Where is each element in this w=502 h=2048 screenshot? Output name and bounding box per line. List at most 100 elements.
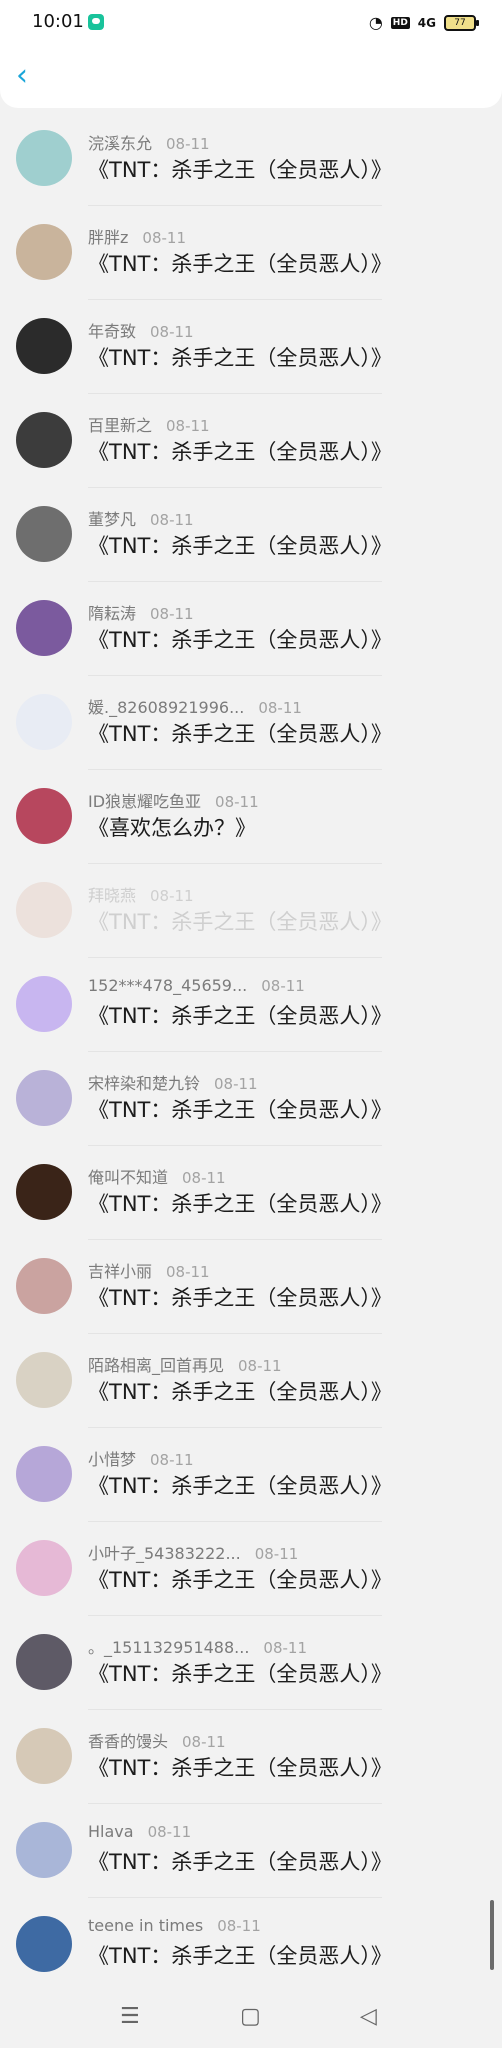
item-title: 《TNT：杀手之王（全员恶人）》 [88, 1286, 392, 1310]
date-label: 08-11 [214, 1075, 258, 1093]
user-name-text: 香香的馒头 [88, 1732, 169, 1751]
list-item[interactable]: Hlava 08-11 《TNT：杀手之王（全员恶人）》 [0, 1804, 502, 1898]
avatar[interactable] [16, 318, 72, 374]
date-label: 08-11 [166, 417, 210, 435]
user-name: 宋梓染和楚九铃 08-11 [88, 1070, 258, 1094]
wifi-icon: ◔ [368, 13, 383, 32]
list-item[interactable]: 陌路相离_回首再见 08-11 《TNT：杀手之王（全员恶人）》 [0, 1334, 502, 1428]
item-title: 《TNT：杀手之王（全员恶人）》 [88, 1380, 392, 1404]
avatar[interactable] [16, 788, 72, 844]
list-item[interactable]: 隋耘涛 08-11 《TNT：杀手之王（全员恶人）》 [0, 582, 502, 676]
date-label: 08-11 [182, 1169, 226, 1187]
avatar[interactable] [16, 1540, 72, 1596]
menu-icon[interactable]: ☰ [120, 2004, 140, 2029]
avatar[interactable] [16, 412, 72, 468]
battery-icon: 77 [444, 14, 479, 31]
list-item[interactable]: 宋梓染和楚九铃 08-11 《TNT：杀手之王（全员恶人）》 [0, 1052, 502, 1146]
status-bar: 10:01 ◔ HD 4G 77 [0, 0, 502, 44]
avatar[interactable] [16, 1822, 72, 1878]
user-name-text: 媛._82608921996... [88, 698, 245, 717]
avatar[interactable] [16, 1916, 72, 1972]
user-name: 年奇致 08-11 [88, 318, 194, 342]
avatar[interactable] [16, 600, 72, 656]
avatar[interactable] [16, 1352, 72, 1408]
signal-icon: 4G [417, 15, 436, 30]
avatar[interactable] [16, 1446, 72, 1502]
item-title: 《TNT：杀手之王（全员恶人）》 [88, 1098, 392, 1122]
user-name-text: 陌路相离_回首再见 [88, 1356, 225, 1375]
user-name-text: Hlava [88, 1822, 134, 1841]
item-title: 《TNT：杀手之王（全员恶人）》 [88, 628, 392, 652]
list-item[interactable]: 年奇致 08-11 《TNT：杀手之王（全员恶人）》 [0, 300, 502, 394]
user-name-text: 小惜梦 [88, 1450, 137, 1469]
avatar[interactable] [16, 1634, 72, 1690]
user-name-text: 隋耘涛 [88, 604, 137, 623]
avatar[interactable] [16, 1728, 72, 1784]
list-item[interactable]: 吉祥小丽 08-11 《TNT：杀手之王（全员恶人）》 [0, 1240, 502, 1334]
date-label: 08-11 [254, 1545, 299, 1563]
avatar[interactable] [16, 694, 72, 750]
date-label: 08-11 [150, 511, 194, 529]
user-name-text: 152***478_45659... [88, 976, 248, 995]
list-item[interactable]: 小惜梦 08-11 《TNT：杀手之王（全员恶人）》 [0, 1428, 502, 1522]
square-home-icon[interactable]: ▢ [240, 2004, 261, 2029]
date-label: 08-11 [166, 135, 210, 153]
user-name: teene in times 08-11 [88, 1916, 261, 1935]
status-time: 10:01 [32, 11, 84, 32]
user-name: 陌路相离_回首再见 08-11 [88, 1352, 282, 1376]
list-item[interactable]: 浣溪东允 08-11 《TNT：杀手之王（全员恶人）》 [0, 112, 502, 206]
user-name: 吉祥小丽 08-11 [88, 1258, 210, 1282]
avatar[interactable] [16, 224, 72, 280]
user-name: 小惜梦 08-11 [88, 1446, 194, 1470]
list-item[interactable]: 俺叫不知道 08-11 《TNT：杀手之王（全员恶人）》 [0, 1146, 502, 1240]
date-label: 08-11 [150, 323, 194, 341]
avatar[interactable] [16, 1070, 72, 1126]
triangle-back-icon[interactable]: ◁ [360, 2004, 377, 2029]
item-title: 《TNT：杀手之王（全员恶人）》 [88, 722, 392, 746]
user-name: Hlava 08-11 [88, 1822, 191, 1841]
item-title: 《TNT：杀手之王（全员恶人）》 [88, 1944, 392, 1968]
user-name: 董梦凡 08-11 [88, 506, 194, 530]
user-name-text: 拜晓燕 [88, 886, 137, 905]
avatar[interactable] [16, 882, 72, 938]
user-name: 浣溪东允 08-11 [88, 130, 210, 154]
user-name-text: 俺叫不知道 [88, 1168, 169, 1187]
chevron-left-icon[interactable]: ‹ [16, 61, 28, 91]
list-item[interactable]: 小叶子_54383222... 08-11 《TNT：杀手之王（全员恶人）》 [0, 1522, 502, 1616]
user-name: ID狼崽耀吃鱼亚 08-11 [88, 788, 259, 812]
list-item[interactable]: teene in times 08-11 《TNT：杀手之王（全员恶人）》 [0, 1898, 502, 1992]
user-name: 媛._82608921996... 08-11 [88, 694, 302, 718]
avatar[interactable] [16, 130, 72, 186]
avatar[interactable] [16, 1164, 72, 1220]
scrollbar[interactable] [490, 1900, 494, 1970]
list-item[interactable]: 百里新之 08-11 《TNT：杀手之王（全员恶人）》 [0, 394, 502, 488]
user-list: 浣溪东允 08-11 《TNT：杀手之王（全员恶人）》 胖胖z 08-11 《TNT：杀手… [0, 112, 502, 1992]
list-item[interactable]: 。_151132951488... 08-11 《TNT：杀手之王（全员恶人）》 [0, 1616, 502, 1710]
avatar[interactable] [16, 506, 72, 562]
item-title: 《TNT：杀手之王（全员恶人）》 [88, 440, 392, 464]
list-item[interactable]: 胖胖z 08-11 《TNT：杀手之王（全员恶人）》 [0, 206, 502, 300]
user-name: 152***478_45659... 08-11 [88, 976, 305, 995]
list-item[interactable]: 媛._82608921996... 08-11 《TNT：杀手之王（全员恶人）》 [0, 676, 502, 770]
date-label: 08-11 [150, 1451, 194, 1469]
item-title: 《TNT：杀手之王（全员恶人）》 [88, 1662, 392, 1686]
list-item[interactable]: ID狼崽耀吃鱼亚 08-11 《喜欢怎么办？》 [0, 770, 502, 864]
avatar[interactable] [16, 976, 72, 1032]
user-name-text: 宋梓染和楚九铃 [88, 1074, 201, 1093]
date-label: 08-11 [263, 1639, 308, 1657]
avatar[interactable] [16, 1258, 72, 1314]
item-title: 《TNT：杀手之王（全员恶人）》 [88, 1756, 392, 1780]
list-item[interactable]: 152***478_45659... 08-11 《TNT：杀手之王（全员恶人）》 [0, 958, 502, 1052]
system-icons: ◔ HD 4G 77 [368, 13, 479, 32]
list-item[interactable]: 董梦凡 08-11 《TNT：杀手之王（全员恶人）》 [0, 488, 502, 582]
date-label: 08-11 [142, 229, 186, 247]
user-name-text: teene in times [88, 1916, 204, 1935]
date-label: 08-11 [150, 887, 194, 905]
item-title: 《TNT：杀手之王（全员恶人）》 [88, 910, 392, 934]
list-item[interactable]: 拜晓燕 08-11 《TNT：杀手之王（全员恶人）》 [0, 864, 502, 958]
user-name-text: 董梦凡 [88, 510, 137, 529]
user-name: 百里新之 08-11 [88, 412, 210, 436]
item-title: 《TNT：杀手之王（全员恶人）》 [88, 1568, 392, 1592]
list-item[interactable]: 香香的馒头 08-11 《TNT：杀手之王（全员恶人）》 [0, 1710, 502, 1804]
user-name: 胖胖z 08-11 [88, 224, 186, 248]
